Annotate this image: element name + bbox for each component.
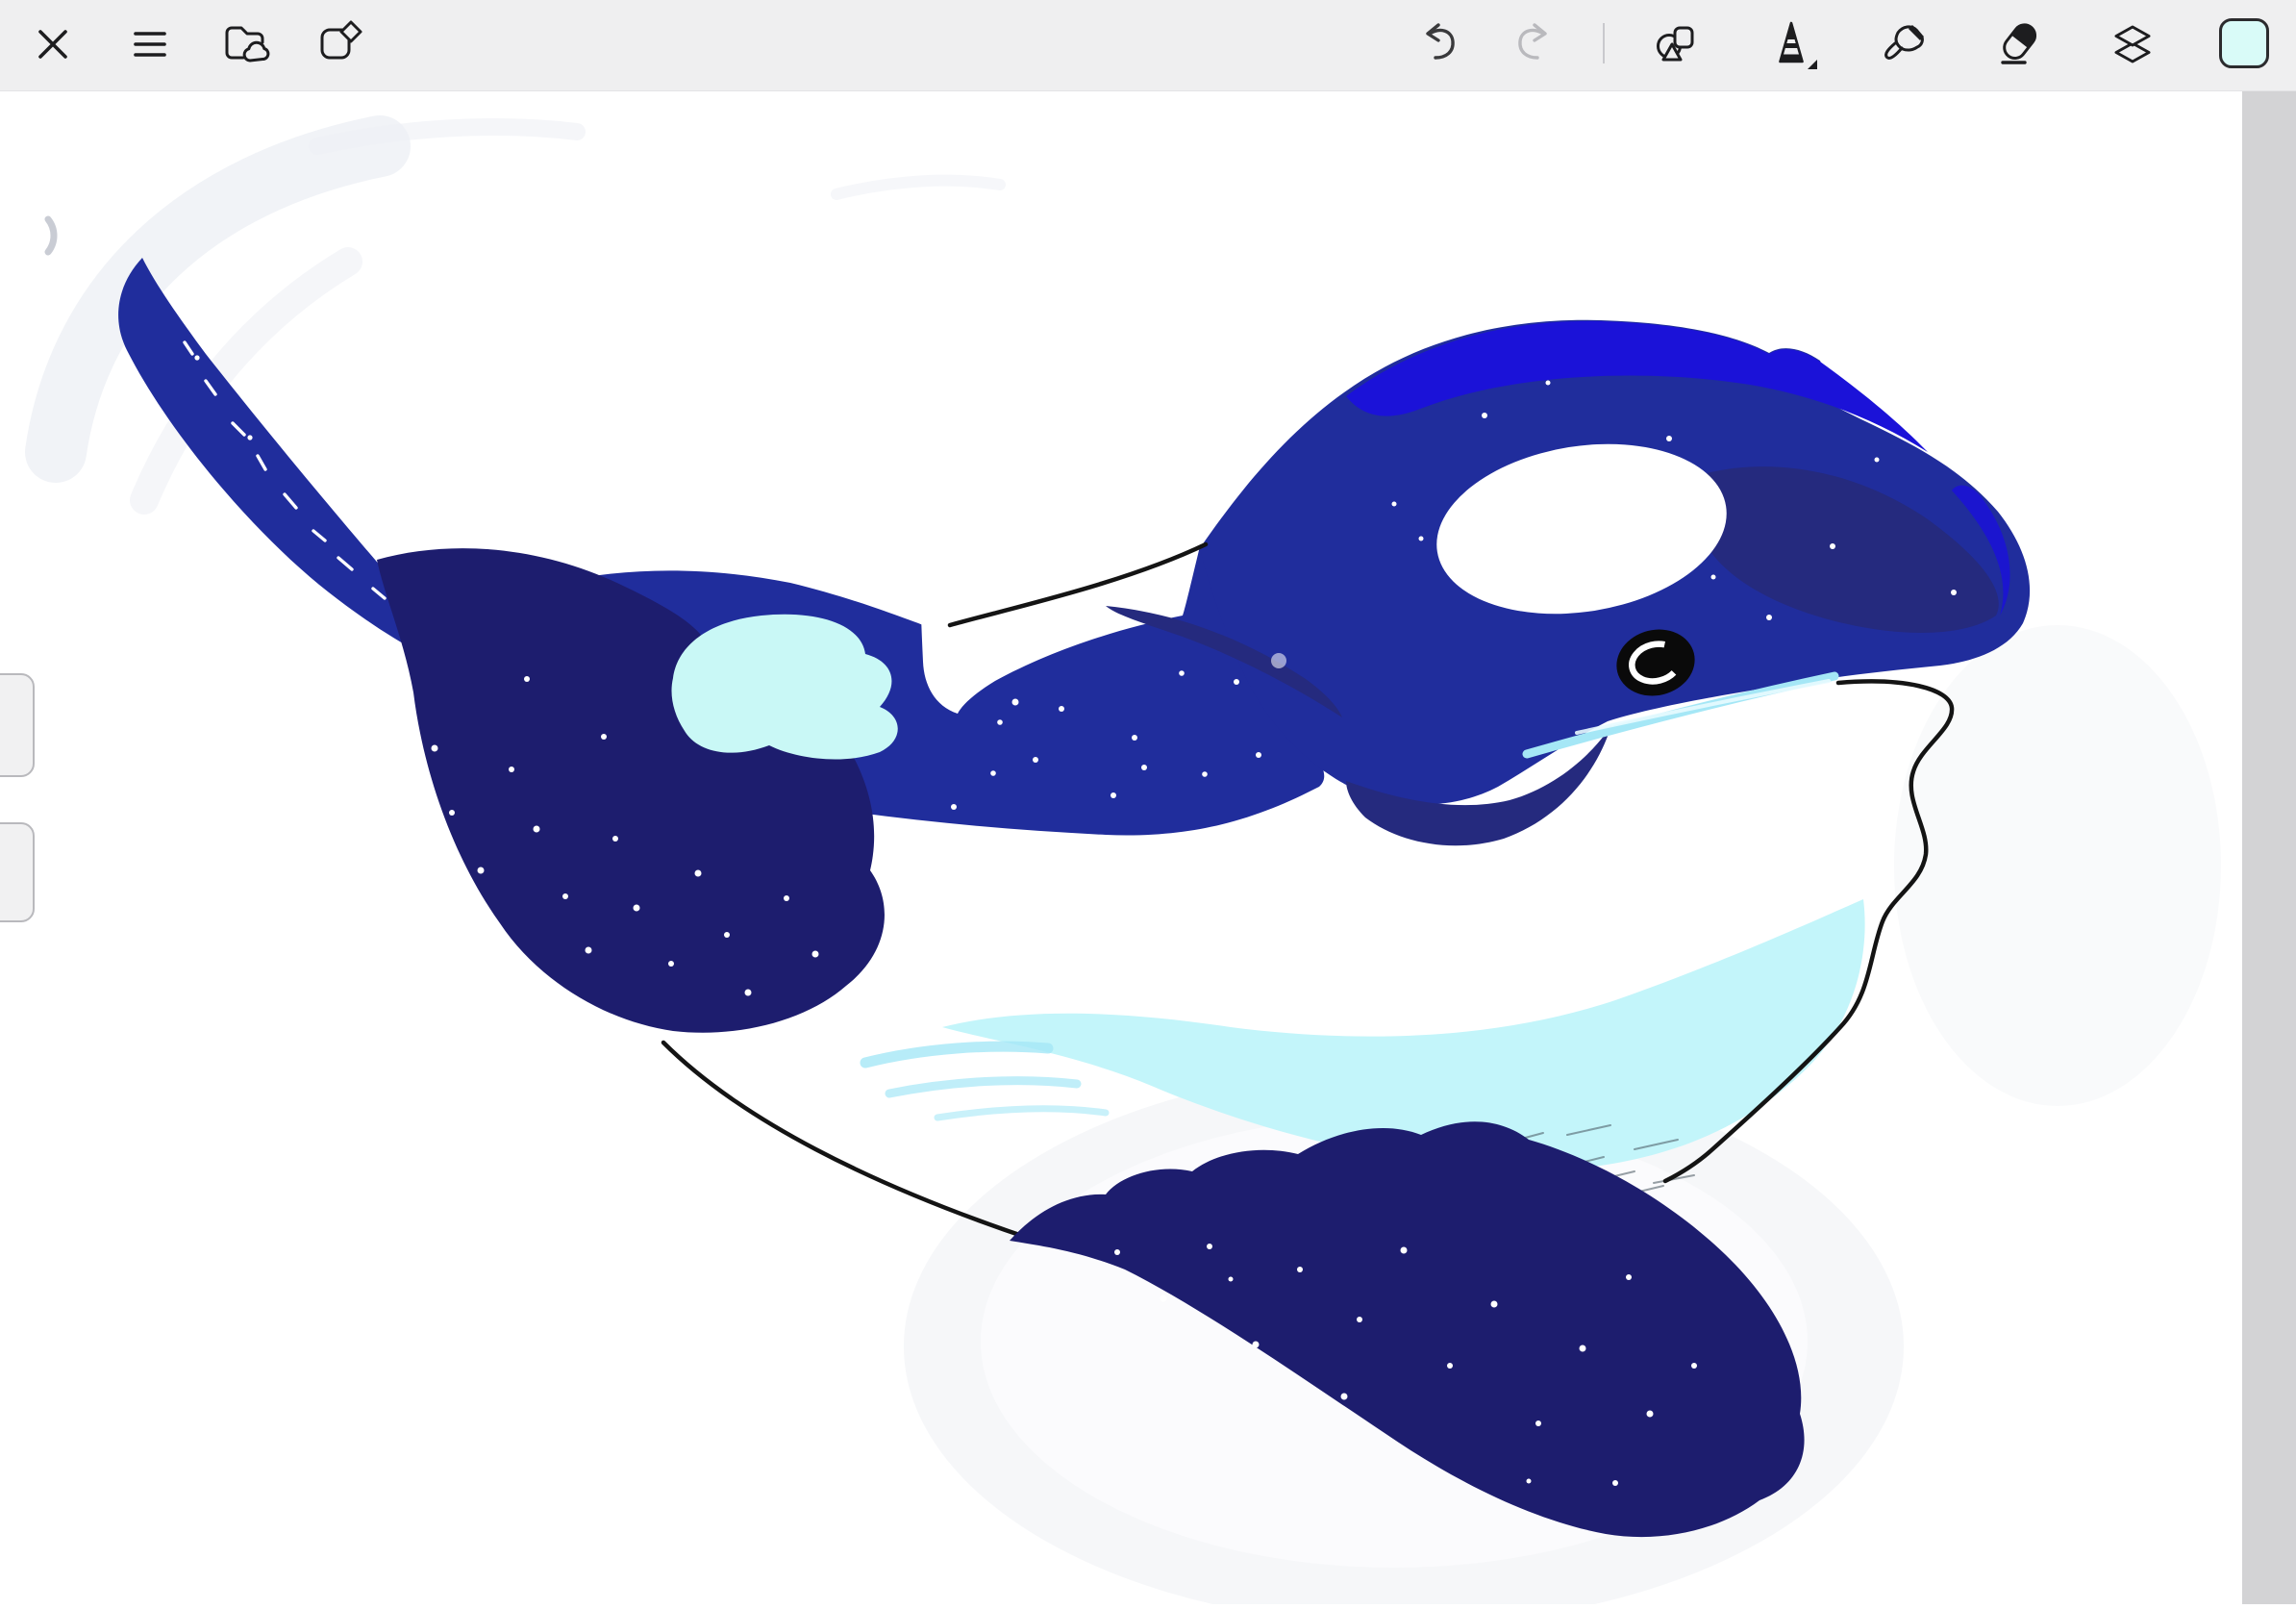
color-swatch[interactable] [2219, 18, 2269, 68]
toolbar [0, 0, 2296, 91]
side-handle-bottom[interactable] [0, 822, 35, 922]
eraser-tool-button[interactable] [1988, 13, 2050, 75]
shape-import-button[interactable] [310, 13, 371, 75]
shapes-tool-icon [1651, 17, 1705, 71]
marker-tool-button[interactable] [1760, 13, 1822, 75]
redo-button[interactable] [1500, 13, 1561, 75]
undo-button[interactable] [1411, 13, 1473, 75]
smudge-tool-icon [1879, 17, 1933, 71]
tool-options-indicator [1808, 60, 1817, 69]
close-icon [26, 17, 80, 71]
shapes-tool-button[interactable] [1647, 13, 1709, 75]
eraser-tool-icon [1992, 17, 2046, 71]
menu-button[interactable] [119, 13, 181, 75]
toolbar-divider [1603, 23, 1605, 63]
gallery-button[interactable] [215, 13, 277, 75]
menu-icon [123, 17, 177, 71]
drawing-canvas[interactable] [0, 90, 2242, 1604]
shape-import-icon [313, 17, 367, 71]
marker-tool-icon [1764, 17, 1818, 71]
whale-artwork [0, 90, 2242, 1604]
side-handle-top[interactable] [0, 673, 35, 777]
smudge-tool-button[interactable] [1875, 13, 1936, 75]
background-washes [48, 127, 2221, 1604]
undo-icon [1415, 17, 1469, 71]
canvas-edge-strip [2242, 90, 2296, 1604]
folder-cloud-icon [219, 17, 273, 71]
layers-button[interactable] [2102, 13, 2163, 75]
redo-icon [1504, 17, 1558, 71]
layers-icon [2106, 17, 2159, 71]
drawing-app-window: { "window": { "width": 2388, "height": 1… [0, 0, 2296, 1604]
close-button[interactable] [22, 13, 84, 75]
